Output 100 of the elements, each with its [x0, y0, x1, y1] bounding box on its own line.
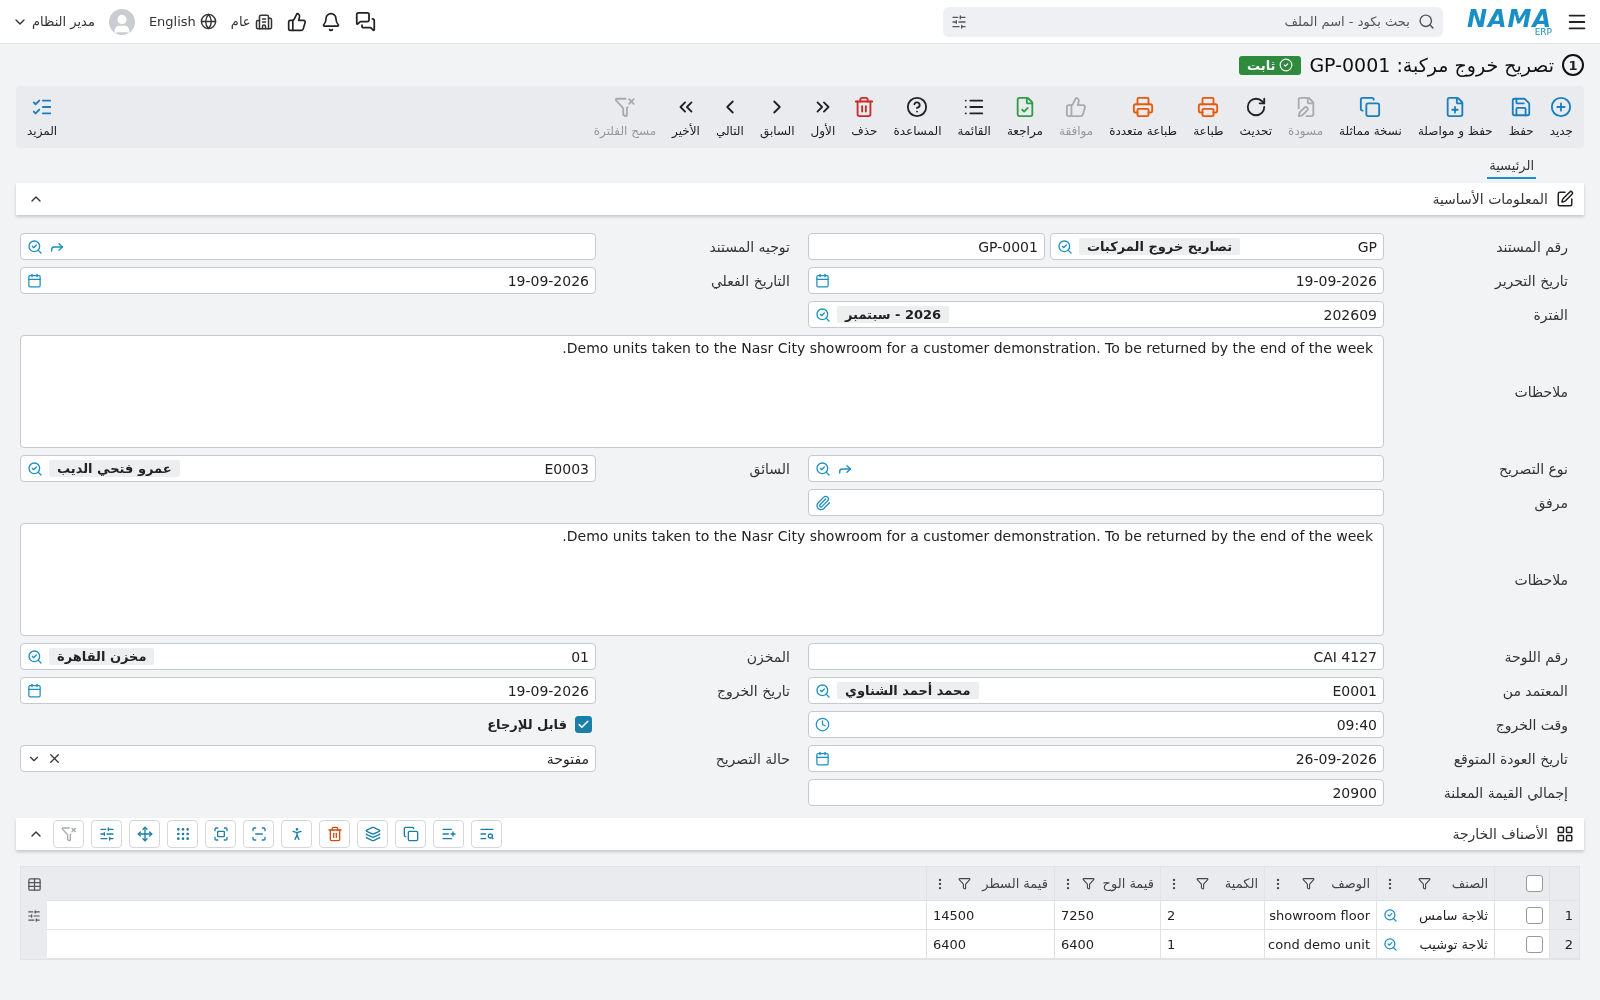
search-icon[interactable] — [27, 648, 43, 665]
checkbox[interactable] — [1526, 906, 1543, 924]
company-button[interactable]: عام — [230, 12, 273, 31]
filter-icon[interactable] — [950, 13, 967, 30]
search-icon[interactable] — [27, 238, 43, 255]
field-label: مرفق — [1533, 494, 1569, 511]
time-field[interactable]: 09:40 — [808, 711, 1384, 738]
paperclip-icon[interactable] — [815, 494, 831, 511]
toolbar-button[interactable]: القائمة — [950, 92, 998, 142]
tab[interactable]: الرئيسية — [1487, 154, 1536, 179]
toolbar-button[interactable]: مراجعة — [999, 92, 1050, 142]
field-label: حالة التصريح — [714, 750, 791, 767]
date-field[interactable]: 19-09-2026 — [20, 267, 596, 294]
notes-field[interactable]: Demo units taken to the Nasr City showroom for a customer demonstration. To be returned by the end of the week. — [20, 335, 1384, 448]
search-icon[interactable] — [815, 682, 831, 699]
filter-icon[interactable] — [1301, 877, 1315, 890]
filter-icon[interactable] — [958, 877, 972, 890]
toolbar-button[interactable]: الأخير — [665, 92, 707, 142]
toolbar-button[interactable]: التالي — [708, 92, 751, 142]
user-menu[interactable]: مدير النظام — [12, 13, 95, 30]
tool-button[interactable] — [129, 820, 160, 848]
toolbar-button[interactable]: حفظ و مواصلة — [1410, 92, 1500, 142]
toolbar-button[interactable]: حذف — [844, 92, 885, 142]
list-plus-icon — [440, 826, 457, 842]
search-icon[interactable] — [27, 460, 43, 477]
tool-button[interactable] — [357, 820, 388, 848]
text-field[interactable]: CAI 4127 — [808, 643, 1384, 670]
tool-button[interactable] — [205, 820, 236, 848]
tool-button[interactable] — [243, 820, 274, 848]
bell-icon[interactable] — [320, 11, 341, 32]
field-label: الفترة — [1532, 306, 1569, 323]
text-field[interactable]: GP-0001 — [808, 233, 1045, 260]
filter-icon[interactable] — [1196, 877, 1210, 890]
checkbox[interactable] — [575, 716, 592, 733]
calendar-icon[interactable] — [815, 751, 830, 766]
toolbar-button[interactable]: طباعة — [1186, 92, 1231, 142]
tool-button[interactable] — [395, 820, 426, 848]
clock-icon[interactable] — [815, 717, 830, 732]
lookup-field[interactable] — [808, 455, 1384, 482]
date-field[interactable]: 19-09-2026 — [20, 677, 596, 704]
field-label: رقم المستند — [1495, 238, 1569, 255]
search-input[interactable]: بحث بكود - اسم الملف — [972, 13, 1412, 30]
table-icon[interactable] — [26, 876, 42, 892]
number-badge: 1 — [1562, 54, 1584, 76]
field-label: المخزن — [745, 648, 791, 665]
filter-icon[interactable] — [1417, 877, 1431, 890]
toolbar-button[interactable]: تحديث — [1232, 92, 1280, 142]
filter-icon[interactable] — [27, 908, 41, 923]
clear-icon[interactable] — [47, 751, 62, 766]
filter-icon[interactable] — [1082, 877, 1096, 890]
search-icon[interactable] — [1383, 907, 1398, 923]
toolbar-button[interactable]: جديد — [1542, 92, 1580, 142]
column-header[interactable]: الصنف — [1451, 876, 1488, 891]
search-icon[interactable] — [1056, 238, 1073, 255]
thumbs-up-icon[interactable] — [286, 11, 307, 32]
calendar-icon[interactable] — [27, 683, 42, 698]
toolbar-button[interactable]: السابق — [752, 92, 802, 142]
toolbar-button[interactable]: حفظ — [1501, 92, 1541, 142]
search-icon — [1417, 13, 1435, 30]
tool-button[interactable] — [281, 820, 312, 848]
notes-field[interactable]: Demo units taken to the Nasr City showroom for a customer demonstration. To be returned by the end of the week. — [20, 523, 1384, 636]
table-cell: 1 — [1160, 930, 1264, 959]
date-field[interactable]: 19-09-2026 — [808, 267, 1384, 294]
select-field[interactable]: مفتوحة — [20, 745, 596, 772]
search-field[interactable]: بحث بكود - اسم الملف — [942, 6, 1443, 37]
field-label: نوع التصريح — [1497, 460, 1569, 477]
sliders-icon — [98, 826, 115, 842]
trash-icon — [853, 96, 876, 118]
toolbar-button[interactable]: الأول — [803, 92, 843, 142]
column-header[interactable]: الوصف — [1331, 876, 1370, 891]
tool-button[interactable] — [319, 820, 350, 848]
name-tag: 2026 - سبتمبر — [837, 306, 950, 323]
field-label: المعتمد من — [1501, 682, 1569, 699]
messages-icon[interactable] — [354, 11, 376, 32]
search-icon[interactable] — [815, 306, 831, 323]
page-title: تصريح خروج مركبة: GP-0001 — [1309, 54, 1554, 76]
toolbar-button[interactable]: طباعة متعددة — [1102, 92, 1185, 142]
language-button[interactable]: English — [148, 13, 217, 30]
tool-button[interactable] — [433, 820, 464, 848]
field-label: وقت الخروج — [1494, 716, 1569, 733]
search-icon[interactable] — [815, 460, 831, 477]
checkbox[interactable] — [1526, 935, 1543, 953]
date-field[interactable]: 26-09-2026 — [808, 745, 1384, 772]
column-header[interactable]: قيمة السطر — [982, 876, 1048, 891]
tool-button[interactable] — [471, 820, 502, 848]
calendar-icon[interactable] — [27, 273, 42, 288]
tool-button[interactable] — [167, 820, 198, 848]
checkbox[interactable] — [1526, 875, 1543, 892]
toolbar-button[interactable]: نسخة مماثلة — [1332, 92, 1409, 142]
tool-button[interactable] — [91, 820, 122, 848]
text-field[interactable]: 20900 — [808, 779, 1384, 806]
calendar-icon[interactable] — [815, 273, 830, 288]
search-icon[interactable] — [1383, 936, 1398, 952]
column-header[interactable]: قيمة الوح — [1102, 876, 1154, 891]
toolbar-button[interactable]: المساعدة — [886, 92, 949, 142]
attachment-field[interactable] — [808, 489, 1384, 516]
column-header[interactable]: الكمية — [1224, 876, 1258, 891]
table-cell: 6400 — [926, 930, 1054, 959]
lookup-field[interactable] — [20, 233, 596, 260]
more-button[interactable]: المزيد — [20, 92, 65, 142]
